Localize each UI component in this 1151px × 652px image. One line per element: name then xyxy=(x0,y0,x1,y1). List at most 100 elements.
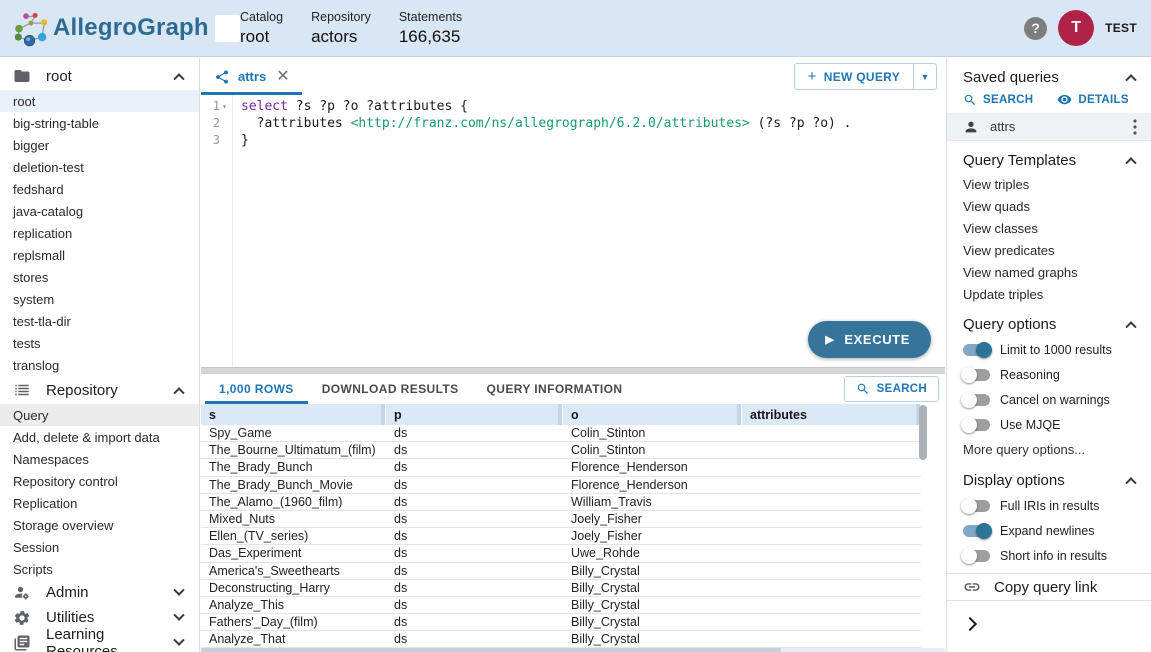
cell-s[interactable]: Analyze_That xyxy=(201,631,386,647)
cell-p[interactable]: ds xyxy=(386,477,563,493)
cell-attributes[interactable] xyxy=(742,563,921,579)
column-header[interactable]: p xyxy=(386,404,563,425)
toggle-option[interactable]: Short info in results xyxy=(947,543,1151,568)
cell-attributes[interactable] xyxy=(742,597,921,613)
results-tab[interactable]: 1,000 ROWS xyxy=(205,374,308,404)
kebab-menu-icon[interactable] xyxy=(1127,117,1143,137)
cell-attributes[interactable] xyxy=(742,494,921,510)
cell-attributes[interactable] xyxy=(742,545,921,561)
cell-o[interactable]: Colin_Stinton xyxy=(563,442,742,458)
cell-attributes[interactable] xyxy=(742,580,921,596)
more-query-options-link[interactable]: More query options... xyxy=(947,437,1151,461)
copy-query-link-button[interactable]: Copy query link xyxy=(947,573,1151,601)
nav-section-learning[interactable]: Learning Resources xyxy=(0,630,199,652)
saved-details-link[interactable]: DETAILS xyxy=(1057,92,1128,107)
cell-s[interactable]: The_Brady_Bunch_Movie xyxy=(201,477,386,493)
cell-attributes[interactable] xyxy=(742,442,921,458)
sidebar-item-catalog[interactable]: root xyxy=(0,90,199,112)
toggle-option[interactable]: Full IRIs in results xyxy=(947,493,1151,518)
column-header[interactable]: attributes xyxy=(742,404,921,425)
query-template-item[interactable]: View quads xyxy=(947,195,1151,217)
cell-s[interactable]: Deconstructing_Harry xyxy=(201,580,386,596)
sidebar-item-repository[interactable]: Namespaces xyxy=(0,448,199,470)
sidebar-item-catalog[interactable]: replication xyxy=(0,222,199,244)
toggle-switch[interactable] xyxy=(963,344,990,356)
sidebar-item-repository[interactable]: Query xyxy=(0,404,199,426)
cell-p[interactable]: ds xyxy=(386,494,563,510)
cell-o[interactable]: Billy_Crystal xyxy=(563,631,742,647)
toggle-switch[interactable] xyxy=(963,500,990,512)
sidebar-item-catalog[interactable]: stores xyxy=(0,266,199,288)
query-tab-attrs[interactable]: attrs ✕ xyxy=(201,58,302,95)
cell-attributes[interactable] xyxy=(742,528,921,544)
sidebar-item-catalog[interactable]: replsmall xyxy=(0,244,199,266)
query-template-item[interactable]: View triples xyxy=(947,173,1151,195)
cell-s[interactable]: Mixed_Nuts xyxy=(201,511,386,527)
results-search-button[interactable]: SEARCH xyxy=(844,376,939,402)
sidebar-item-repository[interactable]: Scripts xyxy=(0,558,199,580)
cell-o[interactable]: Billy_Crystal xyxy=(563,580,742,596)
query-template-item[interactable]: View predicates xyxy=(947,239,1151,261)
cell-p[interactable]: ds xyxy=(386,528,563,544)
new-query-button[interactable]: +NEW QUERY ▼ xyxy=(794,63,937,90)
toggle-switch[interactable] xyxy=(963,369,990,381)
toggle-option[interactable]: Limit to 1000 results xyxy=(947,337,1151,362)
close-icon[interactable]: ✕ xyxy=(276,69,289,85)
cell-s[interactable]: Analyze_This xyxy=(201,597,386,613)
nav-section-repository[interactable]: Repository xyxy=(0,376,199,404)
sidebar-item-catalog[interactable]: java-catalog xyxy=(0,200,199,222)
toggle-switch[interactable] xyxy=(963,419,990,431)
cell-p[interactable]: ds xyxy=(386,425,563,441)
cell-o[interactable]: Joely_Fisher xyxy=(563,528,742,544)
cell-s[interactable]: Spy_Game xyxy=(201,425,386,441)
sidebar-item-catalog[interactable]: fedshard xyxy=(0,178,199,200)
results-tab[interactable]: QUERY INFORMATION xyxy=(473,374,637,404)
horizontal-scrollbar-thumb[interactable] xyxy=(201,648,781,652)
pane-splitter[interactable] xyxy=(201,367,945,374)
nav-section-admin[interactable]: Admin xyxy=(0,580,199,605)
cell-o[interactable]: Billy_Crystal xyxy=(563,614,742,630)
cell-s[interactable]: America's_Sweethearts xyxy=(201,563,386,579)
query-template-item[interactable]: View classes xyxy=(947,217,1151,239)
cell-s[interactable]: The_Bourne_Ultimatum_(film) xyxy=(201,442,386,458)
query-template-item[interactable]: View named graphs xyxy=(947,261,1151,283)
cell-p[interactable]: ds xyxy=(386,459,563,475)
sidebar-item-catalog[interactable]: big-string-table xyxy=(0,112,199,134)
cell-p[interactable]: ds xyxy=(386,545,563,561)
cell-s[interactable]: Fathers'_Day_(film) xyxy=(201,614,386,630)
cell-attributes[interactable] xyxy=(742,477,921,493)
query-templates-header[interactable]: Query Templates xyxy=(947,147,1151,173)
sidebar-item-repository[interactable]: Storage overview xyxy=(0,514,199,536)
cell-s[interactable]: Das_Experiment xyxy=(201,545,386,561)
cell-attributes[interactable] xyxy=(742,425,921,441)
cell-o[interactable]: Billy_Crystal xyxy=(563,563,742,579)
cell-p[interactable]: ds xyxy=(386,580,563,596)
saved-query-item[interactable]: attrs xyxy=(947,113,1151,141)
cell-attributes[interactable] xyxy=(742,459,921,475)
sidebar-item-catalog[interactable]: test-tla-dir xyxy=(0,310,199,332)
column-header[interactable]: s xyxy=(201,404,386,425)
panel-collapse-button[interactable] xyxy=(961,612,979,638)
display-options-header[interactable]: Display options xyxy=(947,467,1151,493)
cell-o[interactable]: Uwe_Rohde xyxy=(563,545,742,561)
query-options-header[interactable]: Query options xyxy=(947,311,1151,337)
cell-o[interactable]: Colin_Stinton xyxy=(563,425,742,441)
cell-o[interactable]: Florence_Henderson xyxy=(563,459,742,475)
sidebar-item-repository[interactable]: Repository control xyxy=(0,470,199,492)
user-avatar[interactable]: T xyxy=(1058,10,1094,46)
toggle-option[interactable]: Cancel on warnings xyxy=(947,387,1151,412)
toggle-switch[interactable] xyxy=(963,394,990,406)
cell-o[interactable]: Florence_Henderson xyxy=(563,477,742,493)
query-template-item[interactable]: Update triples xyxy=(947,283,1151,305)
sidebar-item-catalog[interactable]: system xyxy=(0,288,199,310)
cell-p[interactable]: ds xyxy=(386,442,563,458)
toggle-switch[interactable] xyxy=(963,550,990,562)
toggle-option[interactable]: Reasoning xyxy=(947,362,1151,387)
cell-p[interactable]: ds xyxy=(386,511,563,527)
cell-s[interactable]: The_Alamo_(1960_film) xyxy=(201,494,386,510)
nav-section-root[interactable]: root xyxy=(0,62,199,90)
cell-s[interactable]: The_Brady_Bunch xyxy=(201,459,386,475)
sidebar-item-repository[interactable]: Add, delete & import data xyxy=(0,426,199,448)
sidebar-item-catalog[interactable]: translog xyxy=(0,354,199,376)
sidebar-item-repository[interactable]: Replication xyxy=(0,492,199,514)
